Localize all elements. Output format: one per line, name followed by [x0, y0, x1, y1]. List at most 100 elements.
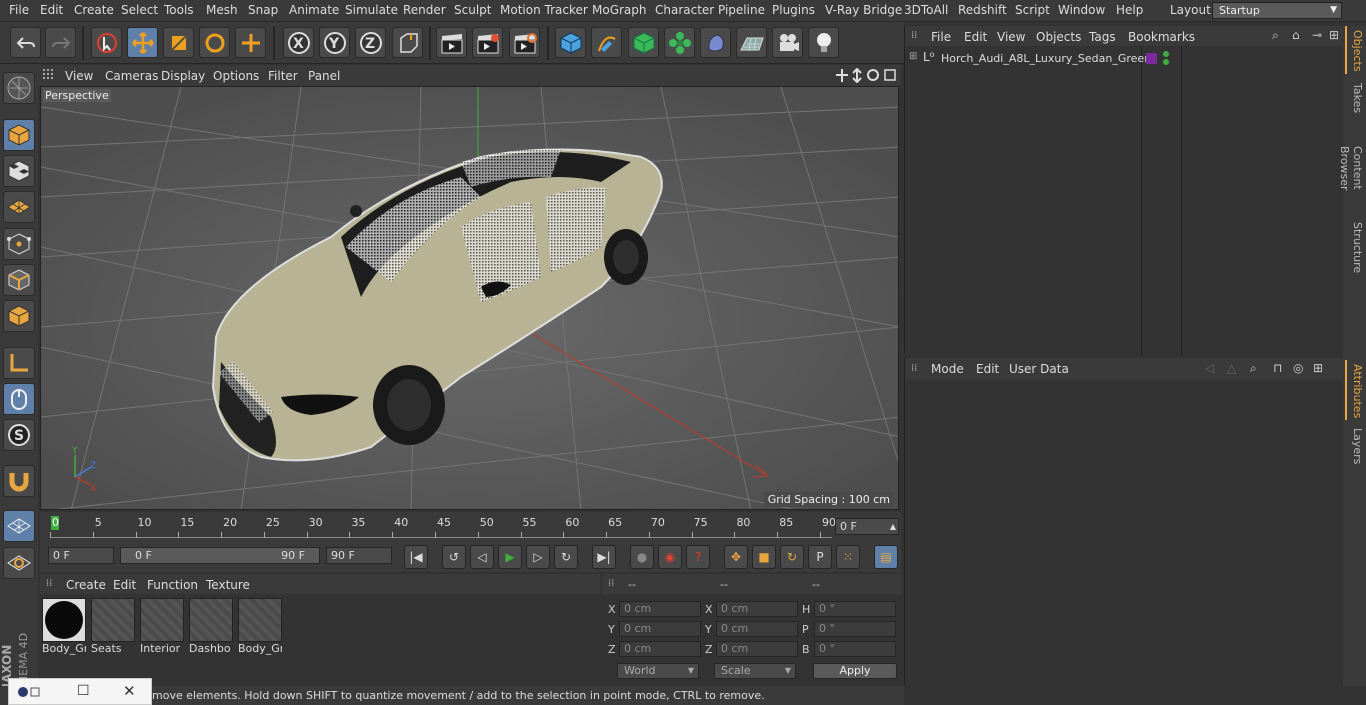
autokey-button[interactable]: ◉: [658, 545, 682, 569]
menu-sculpt[interactable]: Sculpt: [454, 3, 491, 17]
undo-button[interactable]: [10, 27, 41, 58]
material-slot[interactable]: Interior: [140, 598, 184, 656]
menu-pipeline[interactable]: Pipeline: [718, 3, 765, 17]
menu-vray-bridge[interactable]: V-Ray Bridge: [825, 3, 902, 17]
drag-handle-icon[interactable]: ⁞⁞: [46, 578, 52, 589]
up-arrow-icon[interactable]: △: [1227, 361, 1236, 375]
size-y-field[interactable]: 0 cm: [716, 621, 798, 637]
floor-button[interactable]: [736, 27, 767, 58]
material-slot[interactable]: Body_Gr: [42, 598, 86, 656]
pos-y-field[interactable]: 0 cm: [619, 621, 701, 637]
home-icon[interactable]: ⌂: [1292, 28, 1300, 42]
material-slot[interactable]: Body_Gr: [238, 598, 282, 656]
edges-mode-button[interactable]: [3, 264, 35, 296]
cube-primitive-button[interactable]: [555, 27, 586, 58]
viewport-nav-icons[interactable]: [835, 68, 897, 83]
material-menu-edit[interactable]: Edit: [113, 578, 136, 592]
material-menu-create[interactable]: Create: [66, 578, 106, 592]
x-axis-lock-button[interactable]: X: [283, 27, 314, 58]
new-window-icon[interactable]: ⊞: [1329, 28, 1339, 42]
subdivision-button[interactable]: [628, 27, 659, 58]
previous-frame-button[interactable]: ◁: [470, 545, 494, 569]
menu-animate[interactable]: Animate: [289, 3, 339, 17]
rotate-tool-button[interactable]: [199, 27, 230, 58]
menu-create[interactable]: Create: [74, 3, 114, 17]
viewport-menu-view[interactable]: View: [65, 69, 93, 83]
go-to-end-button[interactable]: ▶|: [592, 545, 616, 569]
object-name[interactable]: Horch_Audi_A8L_Luxury_Sedan_Green: [941, 52, 1151, 65]
rot-b-field[interactable]: 0 °: [814, 641, 896, 657]
axis-mode-button[interactable]: [3, 347, 35, 379]
start-frame-field[interactable]: 0 F: [48, 547, 114, 564]
size-x-field[interactable]: 0 cm: [716, 601, 798, 617]
menu-3dtoall[interactable]: 3DToAll: [904, 3, 948, 17]
maximize-icon[interactable]: ☐: [77, 683, 90, 699]
tweak-mode-button[interactable]: [3, 383, 35, 415]
tab-attributes[interactable]: Attributes: [1345, 360, 1364, 420]
viewport-menu-filter[interactable]: Filter: [268, 69, 298, 83]
tab-content-browser[interactable]: Content Browser: [1338, 122, 1364, 214]
key-position-button[interactable]: ✥: [724, 545, 748, 569]
pos-x-field[interactable]: 0 cm: [619, 601, 701, 617]
material-slot[interactable]: Seats: [91, 598, 135, 656]
menu-script[interactable]: Script: [1015, 3, 1050, 17]
object-menu-view[interactable]: View: [997, 30, 1025, 44]
model-mode-button[interactable]: [3, 119, 35, 151]
menu-tools[interactable]: Tools: [164, 3, 194, 17]
attribute-menu-user-data[interactable]: User Data: [1009, 362, 1069, 376]
polygons-mode-button[interactable]: [3, 300, 35, 332]
drag-handle-icon[interactable]: ⁞⁞: [608, 578, 614, 589]
menu-file[interactable]: File: [9, 3, 29, 17]
key-pla-button[interactable]: ⁙: [836, 545, 860, 569]
editor-visibility-dot[interactable]: [1163, 51, 1169, 57]
back-arrow-icon[interactable]: ◁: [1205, 361, 1214, 375]
frame-range-slider[interactable]: 0 F 90 F: [120, 547, 320, 564]
viewport-menu-panel[interactable]: Panel: [308, 69, 340, 83]
material-slot[interactable]: Dashbo: [189, 598, 233, 656]
drag-handle-icon[interactable]: [43, 69, 55, 81]
camera-button[interactable]: [772, 27, 803, 58]
scale-tool-button[interactable]: [163, 27, 194, 58]
previous-key-button[interactable]: ↺: [442, 545, 466, 569]
end-frame-field[interactable]: 90 F: [326, 547, 392, 564]
menu-mograph[interactable]: MoGraph: [592, 3, 647, 17]
material-menu-texture[interactable]: Texture: [206, 578, 250, 592]
expand-icon[interactable]: ⊞: [909, 51, 917, 62]
drag-handle-icon[interactable]: ⁞⁞: [911, 363, 917, 374]
perspective-viewport[interactable]: Y Z X Perspective Grid Spacing : 100 cm: [40, 86, 899, 510]
next-frame-button[interactable]: ▷: [526, 545, 550, 569]
deformer-button[interactable]: [700, 27, 731, 58]
link-icon[interactable]: ⊸: [1312, 28, 1322, 42]
locked-workplane-button[interactable]: [3, 547, 35, 579]
coordinate-system-button[interactable]: [392, 27, 423, 58]
drag-handle-icon[interactable]: ⁞⁞: [911, 30, 917, 41]
layout-select[interactable]: Startup ▼: [1212, 2, 1342, 19]
key-parameter-button[interactable]: P: [808, 545, 832, 569]
material-menu-function[interactable]: Function: [147, 578, 198, 592]
target-icon[interactable]: ◎: [1293, 361, 1303, 375]
apply-button[interactable]: Apply: [813, 663, 897, 679]
render-visibility-dot[interactable]: [1163, 59, 1169, 65]
render-settings-button[interactable]: [509, 27, 540, 58]
close-icon[interactable]: ✕: [123, 682, 136, 700]
menu-help[interactable]: Help: [1116, 3, 1143, 17]
y-axis-lock-button[interactable]: Y: [319, 27, 350, 58]
menu-mesh[interactable]: Mesh: [206, 3, 238, 17]
enable-grid-button[interactable]: [3, 510, 35, 542]
object-menu-edit[interactable]: Edit: [964, 30, 987, 44]
viewport-menu-cameras[interactable]: Cameras: [105, 69, 158, 83]
move-tool-button[interactable]: [127, 27, 158, 58]
play-button[interactable]: ▶: [498, 545, 522, 569]
menu-select[interactable]: Select: [121, 3, 158, 17]
menu-motion-tracker[interactable]: Motion Tracker: [500, 3, 588, 17]
live-selection-button[interactable]: [91, 27, 122, 58]
menu-character[interactable]: Character: [655, 3, 714, 17]
menu-plugins[interactable]: Plugins: [772, 3, 815, 17]
menu-edit[interactable]: Edit: [40, 3, 63, 17]
attribute-menu-edit[interactable]: Edit: [976, 362, 999, 376]
viewport-menu-options[interactable]: Options: [213, 69, 259, 83]
material-tag-icon[interactable]: [1146, 53, 1157, 64]
snap-button[interactable]: [3, 465, 35, 497]
menu-redshift[interactable]: Redshift: [958, 3, 1007, 17]
rot-p-field[interactable]: 0 °: [814, 621, 896, 637]
